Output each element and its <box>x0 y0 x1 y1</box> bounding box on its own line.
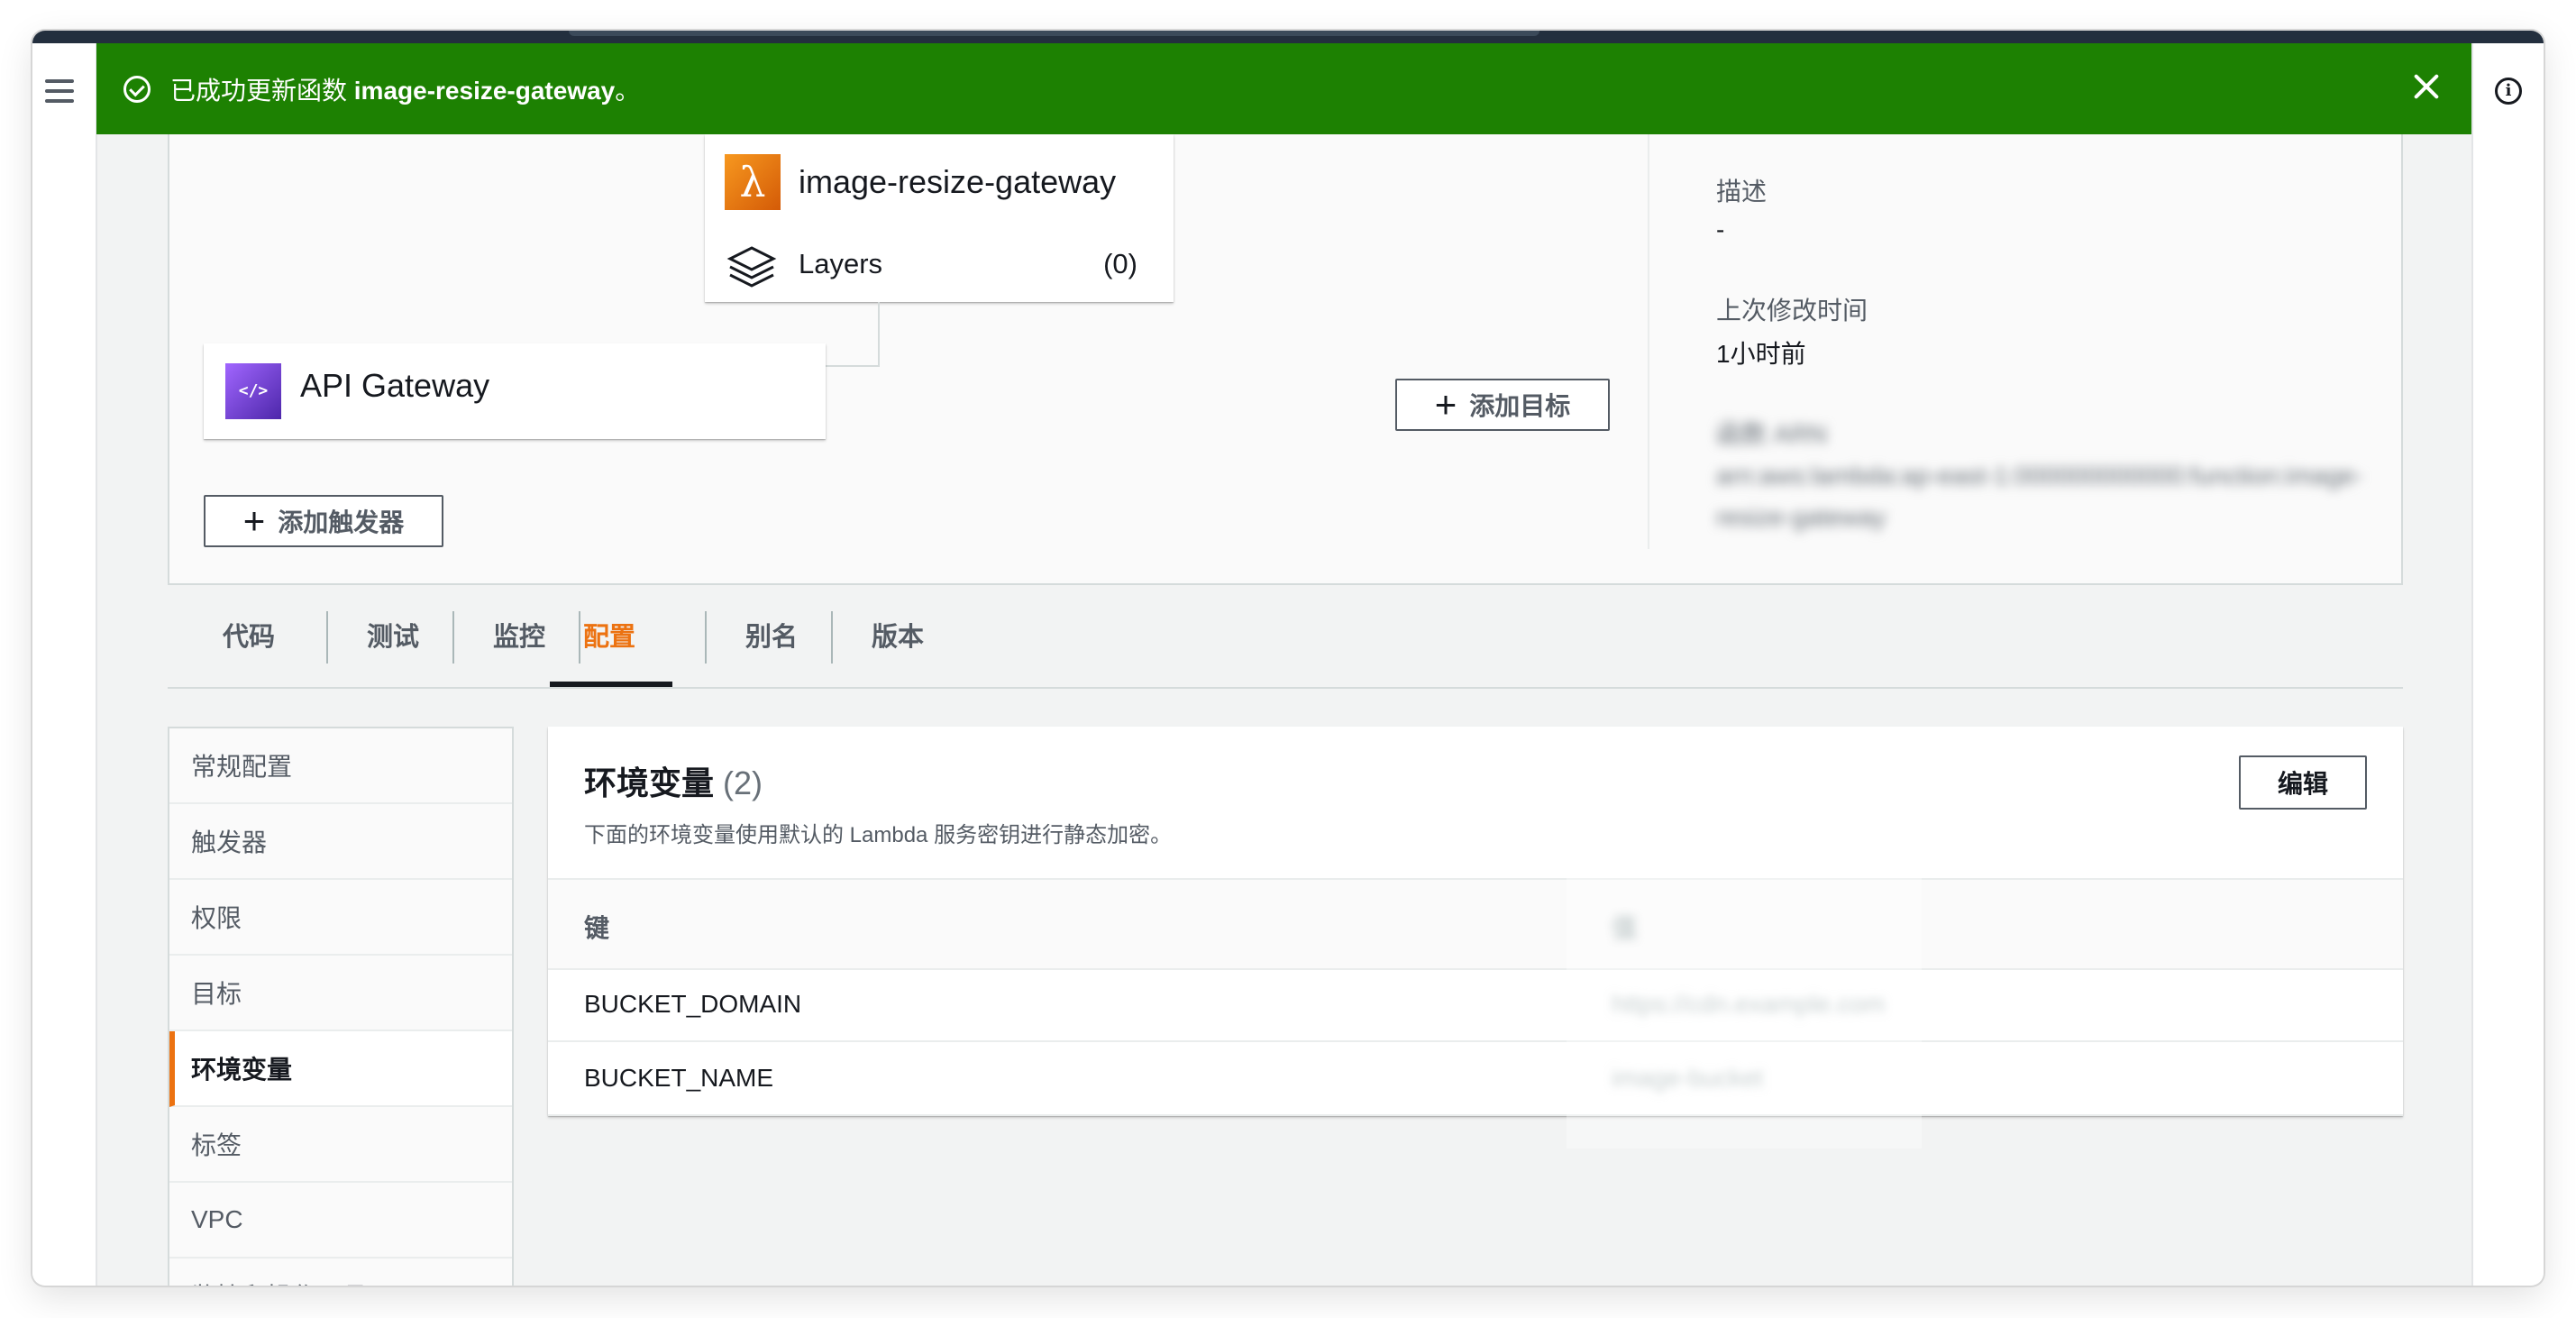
add-destination-button[interactable]: + 添加目标 <box>1395 379 1610 431</box>
connector-line <box>826 302 880 367</box>
column-header-key: 键 <box>584 914 610 942</box>
tab-test[interactable]: 测试 <box>339 608 447 662</box>
function-arn-blurred: 函数 ARN arn:aws:lambda:ap-east-1:00000000… <box>1716 414 2401 540</box>
nav-environment-variables[interactable]: 环境变量 <box>169 1031 512 1107</box>
top-navigation-bar <box>32 31 2544 43</box>
env-panel-title: 环境变量 (2) <box>584 757 763 804</box>
last-modified-label: 上次修改时间 <box>1716 297 1868 325</box>
add-trigger-button[interactable]: + 添加触发器 <box>204 495 443 547</box>
vertical-divider <box>1648 134 1649 549</box>
arn-label: 函数 ARN <box>1716 420 1827 448</box>
browser-window: i λ image-resize-gateway Layers (0) </> … <box>32 31 2544 1286</box>
tab-versions[interactable]: 版本 <box>844 608 952 662</box>
notification-prefix: 已成功更新函数 <box>170 76 354 105</box>
nav-triggers[interactable]: 触发器 <box>169 804 512 880</box>
add-destination-label: 添加目标 <box>1469 392 1571 420</box>
trigger-card-api-gateway[interactable]: </> API Gateway <box>204 343 826 439</box>
tab-separator <box>452 611 454 664</box>
environment-variables-panel: 环境变量 (2) 下面的环境变量使用默认的 Lambda 服务密钥进行静态加密。 … <box>548 727 2403 1149</box>
tab-separator <box>705 611 707 664</box>
env-title-text: 环境变量 <box>584 764 715 801</box>
function-tabs: 代码 测试 监控 配置 别名 版本 <box>168 579 2403 689</box>
env-description: 下面的环境变量使用默认的 Lambda 服务密钥进行静态加密。 <box>584 823 1173 847</box>
env-key: BUCKET_DOMAIN <box>584 990 802 1018</box>
lambda-icon: λ <box>725 154 781 210</box>
trigger-name: API Gateway <box>300 367 490 404</box>
env-count: (2) <box>723 764 763 801</box>
nav-tags[interactable]: 标签 <box>169 1107 512 1183</box>
nav-permissions[interactable]: 权限 <box>169 880 512 956</box>
api-gateway-icon: </> <box>225 363 281 419</box>
last-modified-value: 1小时前 <box>1716 340 1806 368</box>
nav-vpc[interactable]: VPC <box>169 1183 512 1259</box>
edit-button[interactable]: 编辑 <box>2239 755 2367 810</box>
configuration-side-nav: 常规配置 触发器 权限 目标 环境变量 标签 VPC 监控和操作工具 <box>168 727 514 1286</box>
table-row: BUCKET_DOMAIN https://cdn.example.com <box>548 968 2403 1042</box>
layers-icon <box>726 246 777 288</box>
notification-function-name: image-resize-gateway <box>353 76 616 105</box>
table-header: 键 值 <box>548 878 2403 970</box>
nav-destinations[interactable]: 目标 <box>169 956 512 1031</box>
layers-count: (0) <box>1103 248 1137 279</box>
layers-label[interactable]: Layers <box>799 248 882 280</box>
tab-separator <box>326 611 328 664</box>
plus-icon: + <box>242 499 266 542</box>
success-check-icon <box>123 75 151 103</box>
tab-separator <box>831 611 833 664</box>
table-row: BUCKET_NAME image-bucket <box>548 1042 2403 1116</box>
hamburger-menu-icon[interactable] <box>45 79 74 106</box>
nav-general-configuration[interactable]: 常规配置 <box>169 728 512 804</box>
arn-value: arn:aws:lambda:ap-east-1:000000000000:fu… <box>1716 462 2363 531</box>
tab-aliases[interactable]: 别名 <box>717 608 826 662</box>
add-trigger-label: 添加触发器 <box>278 508 405 536</box>
success-notification: 已成功更新函数 image-resize-gateway。 <box>96 43 2471 134</box>
notification-message: 已成功更新函数 image-resize-gateway。 <box>170 71 640 107</box>
description-value: - <box>1716 215 1725 243</box>
redaction-overlay <box>1567 878 1922 1149</box>
description-label: 描述 <box>1716 178 1768 206</box>
function-name: image-resize-gateway <box>799 163 1117 200</box>
left-rail <box>32 43 97 1286</box>
function-card[interactable]: λ image-resize-gateway Layers (0) <box>705 134 1174 302</box>
notification-suffix: 。 <box>615 76 641 105</box>
tab-configuration[interactable]: 配置 <box>555 608 663 662</box>
nav-monitoring-tools[interactable]: 监控和操作工具 <box>169 1259 512 1286</box>
info-icon[interactable]: i <box>2495 78 2522 105</box>
plus-icon: + <box>1434 383 1457 426</box>
close-icon[interactable] <box>2408 69 2444 105</box>
active-tab-indicator <box>550 682 672 687</box>
right-rail: i <box>2471 43 2544 1286</box>
tab-code[interactable]: 代码 <box>195 608 303 662</box>
address-bar[interactable] <box>569 31 1539 36</box>
env-key: BUCKET_NAME <box>584 1064 774 1092</box>
function-overview-panel: λ image-resize-gateway Layers (0) </> AP… <box>168 134 2403 585</box>
